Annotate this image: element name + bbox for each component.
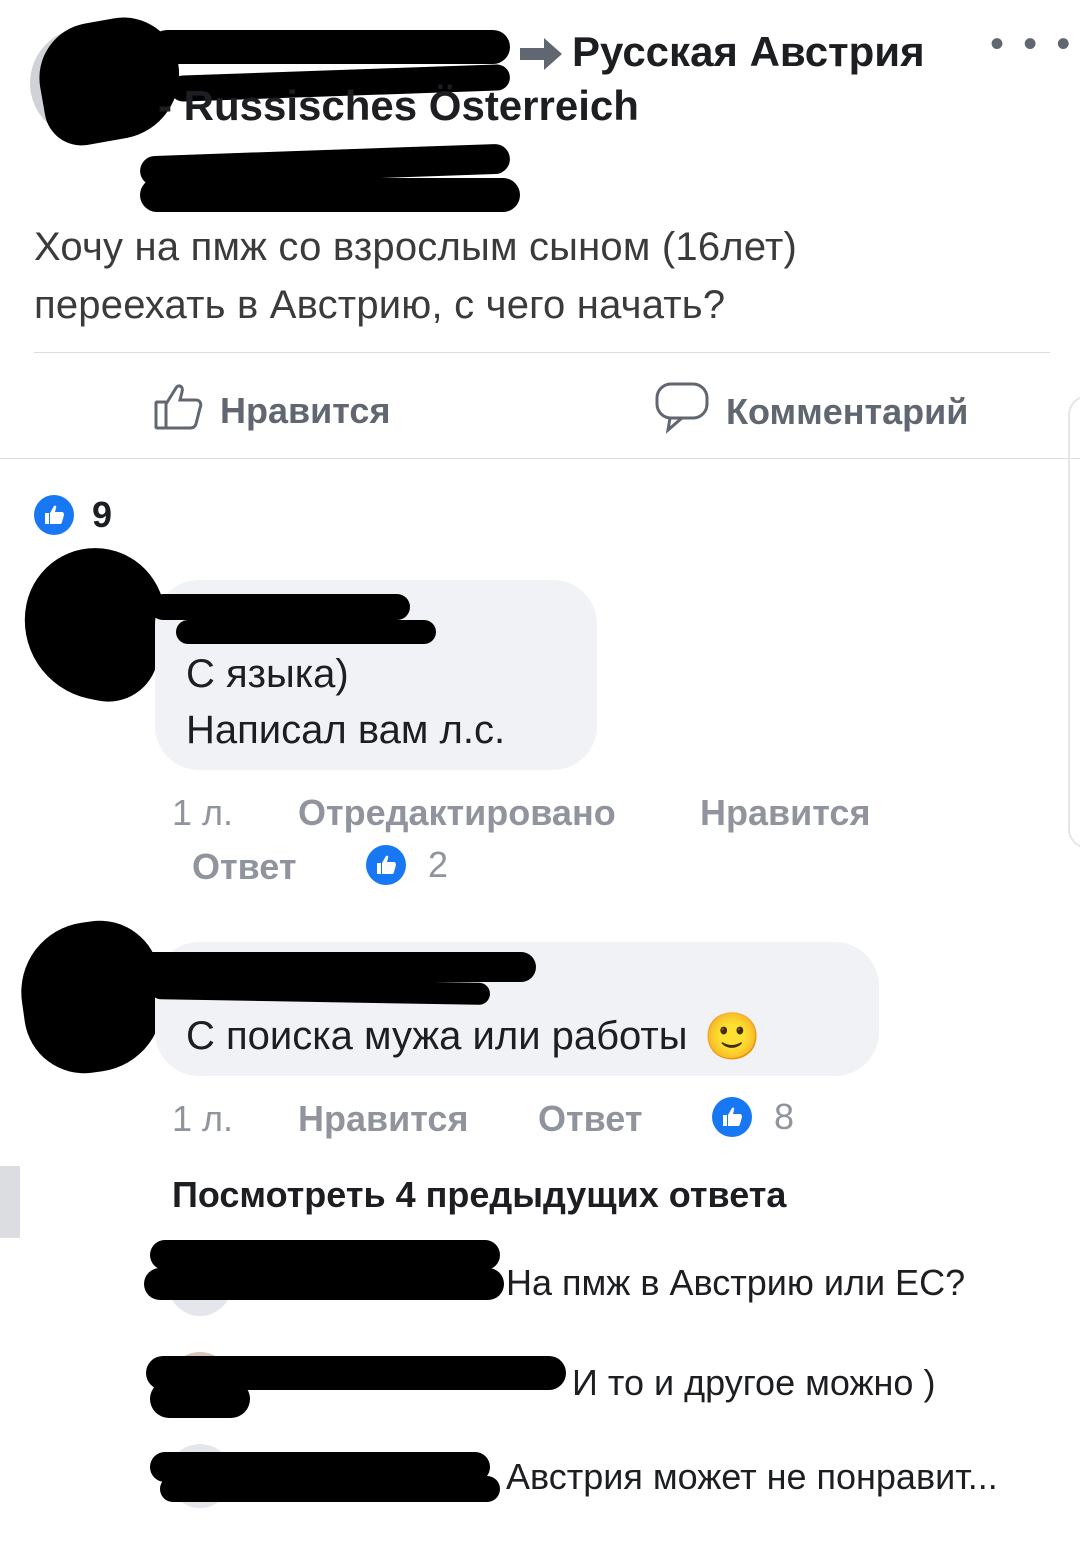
view-previous-replies-link[interactable]: Посмотреть 4 предыдущих ответа — [172, 1174, 786, 1216]
like-reaction-icon — [34, 495, 74, 535]
redaction-scribble — [12, 912, 172, 1082]
reactions-summary[interactable]: 9 — [34, 494, 112, 536]
divider — [34, 352, 1050, 353]
post-text-line2: переехать в Австрию, с чего начать? — [34, 283, 726, 327]
comment-like-button[interactable]: Нравится — [298, 1098, 468, 1140]
redaction-scribble — [150, 594, 410, 620]
redaction-scribble — [9, 535, 179, 711]
comment-button[interactable]: Комментарий — [654, 380, 968, 443]
post-text-line1: Хочу на пмж со взрослым сыном (16лет) — [34, 225, 797, 269]
redaction-scribble — [150, 30, 510, 64]
comment-text-line1: С поиска мужа или работы — [186, 1014, 688, 1058]
group-name-line2[interactable]: - Russisches Österreich — [158, 80, 639, 132]
smiley-emoji: 🙂 — [703, 1010, 761, 1062]
like-button-label: Нравится — [220, 389, 391, 431]
reply-text[interactable]: На пмж в Австрию или ЕС? — [506, 1262, 965, 1304]
comment-button-label: Комментарий — [726, 390, 969, 432]
comment-timestamp[interactable]: 1 л. — [172, 792, 233, 834]
reply-text[interactable]: И то и другое можно ) — [572, 1362, 935, 1404]
redaction-scribble — [140, 178, 520, 212]
comment-like-count[interactable]: 2 — [366, 844, 448, 886]
reply-thread-line — [0, 1166, 20, 1238]
thumbs-up-outline-icon — [152, 380, 204, 441]
divider — [0, 458, 1080, 459]
arrow-right-icon — [520, 34, 562, 79]
comment-reply-button[interactable]: Ответ — [192, 846, 296, 888]
comment-text-line1: С языка) — [186, 652, 349, 696]
redaction-scribble — [150, 1380, 250, 1418]
comment-reply-button[interactable]: Ответ — [538, 1098, 642, 1140]
speech-bubble-icon — [654, 380, 710, 443]
redaction-scribble — [160, 1476, 500, 1502]
like-button[interactable]: Нравится — [152, 380, 390, 441]
comment-timestamp[interactable]: 1 л. — [172, 1098, 233, 1140]
more-dots-icon[interactable]: • • • — [990, 22, 1074, 67]
comment-text: С поиска мужа или работы 🙂 — [186, 1008, 761, 1064]
comment-edited-label[interactable]: Отредактировано — [298, 792, 616, 834]
reactions-count: 9 — [92, 494, 113, 535]
comment-text-line2: Написал вам л.с. — [186, 708, 506, 752]
redaction-scribble — [150, 1240, 500, 1270]
comment-like-count-value: 2 — [428, 844, 449, 885]
redaction-scribble — [144, 1268, 504, 1300]
like-reaction-icon — [712, 1097, 752, 1137]
comment-like-count-value: 8 — [774, 1096, 795, 1137]
comment-like-count[interactable]: 8 — [712, 1096, 794, 1138]
scrollbar[interactable] — [1068, 395, 1080, 849]
like-reaction-icon — [366, 845, 406, 885]
group-name-line1[interactable]: Русская Австрия — [572, 26, 925, 78]
redaction-scribble — [176, 620, 436, 644]
comment-like-button[interactable]: Нравится — [700, 792, 870, 834]
reply-text[interactable]: Австрия может не понравит... — [506, 1456, 998, 1498]
